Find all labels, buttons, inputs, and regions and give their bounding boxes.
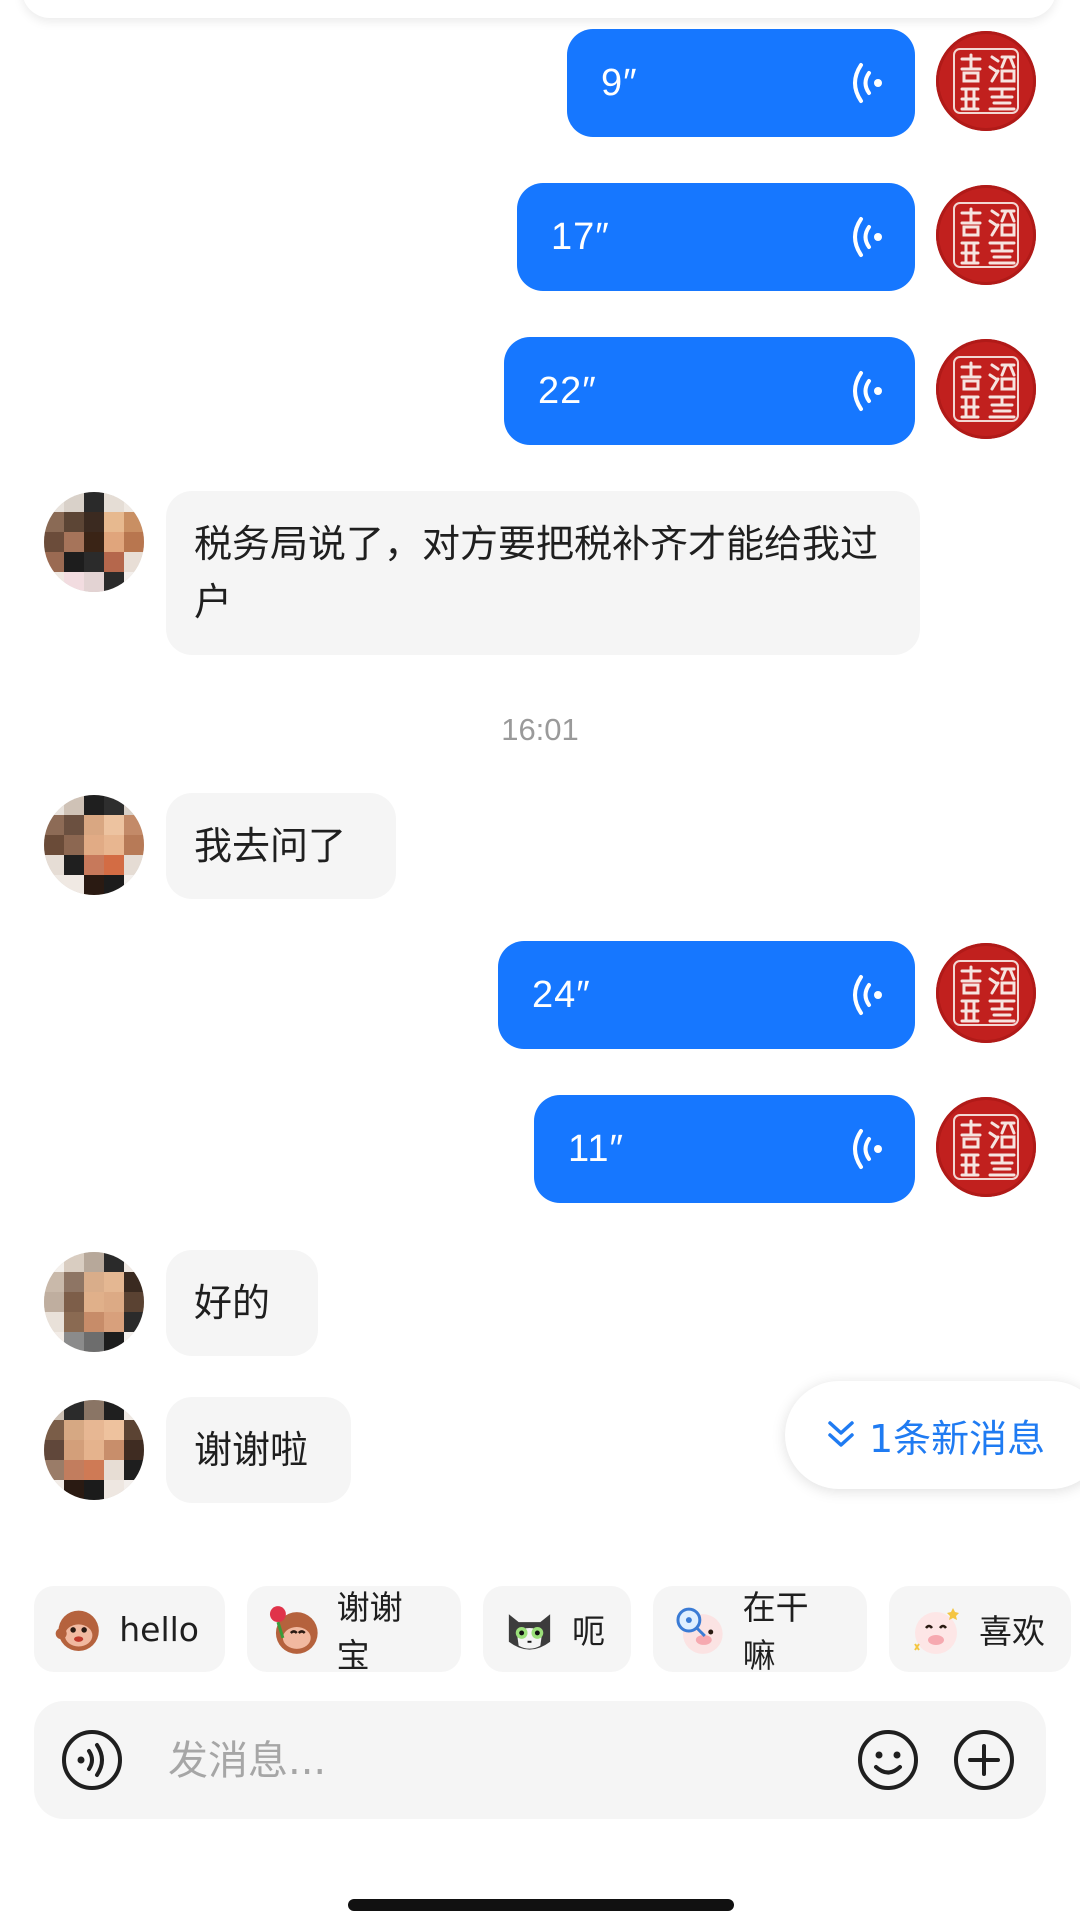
message-timestamp: 16:01: [501, 712, 579, 747]
new-messages-pill[interactable]: 1条新消息: [785, 1381, 1080, 1489]
sound-wave-icon: [851, 61, 883, 105]
message-input-bar: [34, 1701, 1046, 1819]
self-avatar-seal[interactable]: [936, 1097, 1036, 1197]
contact-avatar[interactable]: [44, 492, 144, 592]
contact-avatar[interactable]: [44, 1400, 144, 1500]
message-input[interactable]: [166, 1723, 730, 1799]
previous-message-card-edge: [22, 0, 1056, 18]
self-avatar-seal[interactable]: [936, 943, 1036, 1043]
voice-message-bubble[interactable]: 9″: [567, 29, 915, 137]
self-avatar-seal[interactable]: [936, 339, 1036, 439]
self-avatar-seal[interactable]: [936, 31, 1036, 131]
quick-reply-label: hello: [119, 1609, 199, 1649]
voice-duration: 22″: [538, 369, 597, 412]
message-text: 好的: [194, 1281, 271, 1325]
quick-reply-label: 喜欢: [979, 1612, 1045, 1651]
voice-message-bubble[interactable]: 22″: [504, 337, 915, 445]
double-chevron-down-icon: [828, 1421, 854, 1447]
monkey-wave-sticker-icon: [55, 1610, 99, 1652]
quick-reply-bar: hello 谢谢宝 呃 在干嘛 喜欢: [34, 1586, 1071, 1675]
quick-reply-label[interactable]: 谢谢宝: [337, 1581, 435, 1677]
home-indicator[interactable]: [348, 1899, 734, 1911]
incoming-text-bubble[interactable]: 税务局说了，对方要把税补齐才能给我过户: [166, 491, 920, 655]
plus-circle-icon[interactable]: [952, 1728, 1016, 1792]
monkey-rose-sticker-icon: [269, 1606, 318, 1654]
message-text: 谢谢啦: [194, 1428, 309, 1472]
new-messages-label: 1条新消息: [869, 1416, 1046, 1461]
pig-heart-sticker-icon: [914, 1608, 959, 1654]
voice-duration: 9″: [601, 61, 638, 104]
quick-reply-thanks[interactable]: 谢谢宝: [247, 1586, 461, 1675]
sound-wave-icon: [851, 369, 883, 413]
voice-duration: 24″: [532, 973, 591, 1016]
voice-message-bubble[interactable]: 24″: [498, 941, 915, 1049]
incoming-text-bubble[interactable]: 谢谢啦: [166, 1397, 351, 1503]
contact-avatar[interactable]: [44, 1252, 144, 1352]
voice-message-bubble[interactable]: 17″: [517, 183, 915, 291]
sound-wave-icon: [851, 215, 883, 259]
quick-reply-label: 在干嘛: [742, 1588, 809, 1675]
quick-reply-like[interactable]: 喜欢: [889, 1586, 1071, 1672]
voice-message-bubble[interactable]: 11″: [534, 1095, 915, 1203]
incoming-text-bubble[interactable]: 我去问了: [166, 793, 396, 899]
message-text: 我去问了: [194, 824, 347, 868]
quick-reply-what-doing[interactable]: 在干嘛: [653, 1586, 867, 1675]
sound-wave-icon: [851, 1127, 883, 1171]
voice-duration: 11″: [568, 1127, 624, 1170]
pig-magnifier-sticker-icon: [676, 1607, 723, 1654]
quick-reply-label: 呃: [572, 1612, 605, 1651]
voice-wave-icon[interactable]: [60, 1728, 124, 1792]
smiley-icon[interactable]: [856, 1728, 920, 1792]
quick-reply-uh[interactable]: 呃: [483, 1586, 631, 1672]
contact-avatar[interactable]: [44, 795, 144, 895]
self-avatar-seal[interactable]: [936, 185, 1036, 285]
gray-cat-sticker-icon: [508, 1614, 551, 1650]
sound-wave-icon: [851, 973, 883, 1017]
incoming-text-bubble[interactable]: 好的: [166, 1250, 318, 1356]
quick-reply-hello[interactable]: hello: [34, 1586, 225, 1672]
message-text: 税务局说了，对方要把税补齐才能给我过户: [194, 522, 879, 624]
voice-duration: 17″: [551, 215, 610, 258]
